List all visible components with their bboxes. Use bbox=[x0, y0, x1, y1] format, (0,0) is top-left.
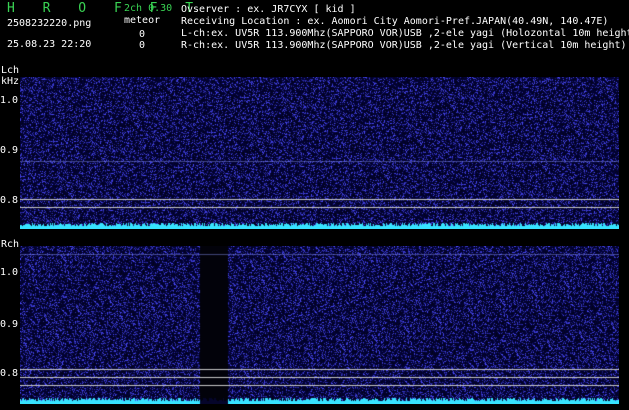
rch-label: Rch bbox=[1, 239, 20, 250]
date-time: 25.08.23 22:20 bbox=[7, 39, 92, 50]
app-title: H R O F F T bbox=[7, 1, 204, 16]
lch-info-line: L-ch:ex. UV5R 113.900Mhz(SAPPORO VOR)USB… bbox=[181, 28, 629, 39]
khz-label: kHz bbox=[1, 76, 20, 87]
meteor-count-lch: 0 bbox=[139, 29, 146, 40]
file-name: 2508232220.png bbox=[7, 18, 92, 29]
rch-freq-tick: 1.0 bbox=[0, 267, 19, 278]
meteor-label: meteor bbox=[124, 15, 161, 26]
lch-freq-tick: 1.0 bbox=[0, 95, 19, 106]
location-line: Receiving Location : ex. Aomori City Aom… bbox=[181, 16, 609, 27]
rch-freq-tick: 0.8 bbox=[0, 368, 19, 379]
lch-spectrogram bbox=[20, 77, 619, 229]
rch-spectrogram bbox=[20, 246, 619, 404]
lch-freq-tick: 0.9 bbox=[0, 145, 19, 156]
observer-line: Ovserver : ex. JR7CYX [ kid ] bbox=[181, 4, 356, 15]
version-label: 2ch 0.30 bbox=[124, 3, 173, 14]
rch-freq-tick: 0.9 bbox=[0, 319, 19, 330]
lch-freq-tick: 0.8 bbox=[0, 195, 19, 206]
lch-label: Lch bbox=[1, 65, 20, 76]
rch-info-line: R-ch:ex. UV5R 113.900Mhz(SAPPORO VOR)USB… bbox=[181, 40, 627, 51]
meteor-count-rch: 0 bbox=[139, 40, 146, 51]
